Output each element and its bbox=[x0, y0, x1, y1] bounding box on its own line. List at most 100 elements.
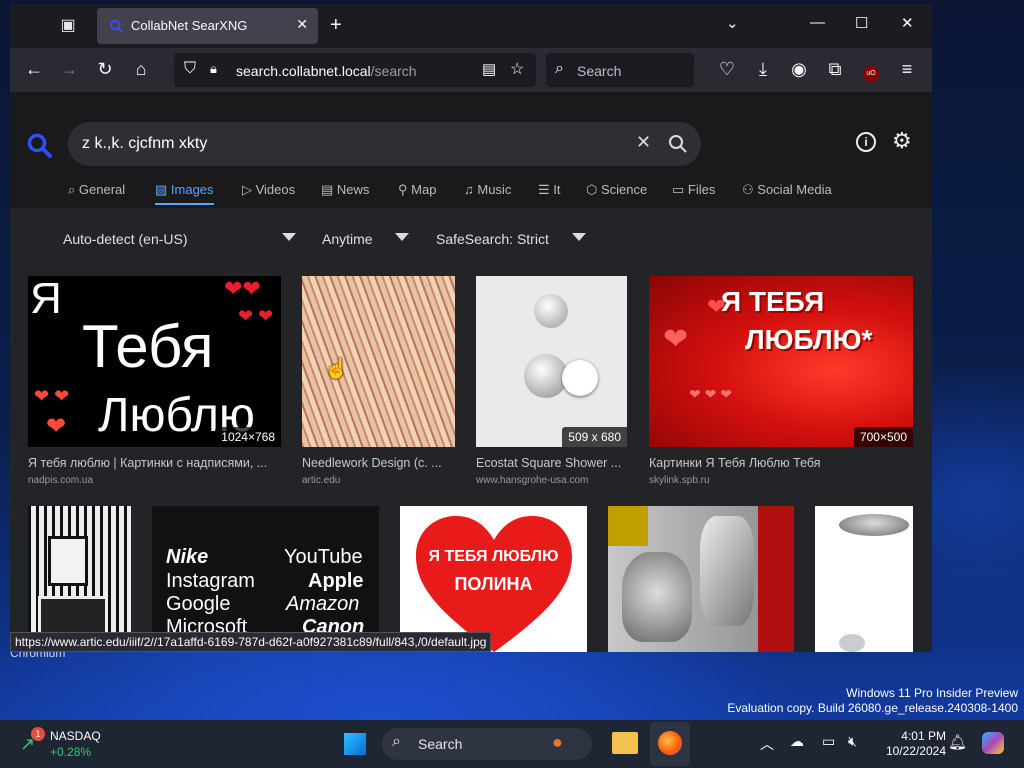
textile-block bbox=[38, 596, 108, 636]
info-icon[interactable]: i bbox=[856, 132, 876, 152]
result-title[interactable]: Я тебя люблю | Картинки с надписями, ... bbox=[28, 456, 281, 470]
image-result-6[interactable]: Nike YouTube Instagram Apple Google Amaz… bbox=[152, 506, 379, 652]
tab-general[interactable]: ⌕ General bbox=[68, 182, 125, 198]
result-title[interactable]: Ecostat Square Shower ... bbox=[476, 456, 631, 470]
cube-icon: ⬡ bbox=[586, 182, 601, 197]
tray-display-icon[interactable]: ▭ bbox=[822, 733, 835, 750]
heart-text: Я ТЕБЯ ЛЮБЛЮ bbox=[428, 548, 559, 565]
result-title[interactable]: Картинки Я Тебя Люблю Тебя bbox=[649, 456, 913, 470]
bookmark-star-icon[interactable]: ☆ bbox=[510, 59, 524, 79]
downloads-icon[interactable]: ⤓ bbox=[752, 59, 774, 80]
browser-search-box[interactable]: ⌕ Search bbox=[546, 53, 694, 87]
image-result-4[interactable]: Я ТЕБЯ ЛЮБЛЮ* ❤ ❤ ❤ ❤ ❤ 700×500 bbox=[649, 276, 913, 447]
tray-chevron-icon[interactable]: ︿ bbox=[760, 734, 774, 754]
notification-badge: 1 bbox=[31, 727, 45, 741]
search-submit-icon[interactable] bbox=[668, 134, 688, 154]
time-range-select[interactable]: Anytime bbox=[322, 231, 373, 247]
reader-view-icon[interactable]: ▤ bbox=[482, 60, 496, 78]
tab-map[interactable]: ⚲ Map bbox=[398, 182, 436, 198]
firefox-taskbar-button[interactable] bbox=[650, 722, 690, 766]
taskbar-search-label: Search bbox=[418, 736, 463, 752]
tab-videos[interactable]: ▷ Videos bbox=[242, 182, 295, 198]
heart-icon: ❤ bbox=[663, 323, 689, 356]
home-button[interactable]: ⌂ bbox=[130, 59, 152, 80]
music-icon: ♫ bbox=[464, 182, 478, 197]
back-button[interactable]: ← bbox=[23, 59, 45, 80]
firefox-icon bbox=[658, 731, 682, 755]
search-input[interactable]: z k.,k. cjcfnm xkty ✕ bbox=[68, 122, 701, 166]
image-dimensions: 1024×768 bbox=[215, 427, 281, 447]
image-result-5[interactable] bbox=[28, 506, 131, 652]
tab-list-icon[interactable]: ⌄ bbox=[726, 14, 739, 32]
lock-icon[interactable]: 🔒︎ bbox=[210, 61, 217, 77]
tab-news[interactable]: ▤ News bbox=[321, 182, 369, 198]
people-icon: ⚇ bbox=[742, 182, 758, 197]
extensions-icon[interactable]: ⧉ bbox=[824, 59, 846, 80]
pocket-icon[interactable]: ♡ bbox=[716, 59, 738, 80]
ublock-icon[interactable]: uO bbox=[860, 59, 882, 82]
stock-name[interactable]: NASDAQ bbox=[50, 729, 101, 743]
tab-music[interactable]: ♫ Music bbox=[464, 182, 511, 197]
clear-search-icon[interactable]: ✕ bbox=[636, 132, 651, 153]
maximize-button[interactable]: ☐ bbox=[855, 14, 868, 32]
minimize-button[interactable]: — bbox=[810, 14, 825, 31]
image-result-1[interactable]: Я Тебя Люблю ❤❤ ❤ ❤ ❤ ❤ ❤ 1024×768 bbox=[28, 276, 281, 447]
tab-searxng[interactable]: CollabNet SearXNG ✕ bbox=[97, 8, 318, 44]
brand-text: Apple bbox=[308, 570, 364, 592]
url-text: search.collabnet.local/search bbox=[236, 63, 417, 79]
new-tab-button[interactable]: + bbox=[330, 14, 342, 37]
notification-bell-icon[interactable]: 🔔︎ bbox=[948, 733, 967, 751]
tab-images[interactable]: ▨ Images bbox=[155, 182, 214, 205]
image-result-2[interactable]: ☝ bbox=[302, 276, 455, 447]
searxng-favicon-icon bbox=[109, 19, 123, 33]
browser-window: ▣ CollabNet SearXNG ✕ + ⌄ — ☐ ✕ ← → ↻ ⌂ … bbox=[10, 4, 932, 652]
address-bar[interactable]: ⛉ 🔒︎ search.collabnet.local/search ▤ ☆ bbox=[174, 53, 536, 87]
tab-overview-icon[interactable]: ▣ bbox=[58, 16, 78, 36]
image-result-7[interactable]: Я ТЕБЯ ЛЮБЛЮ ПОЛИНА bbox=[400, 506, 587, 652]
file-explorer-icon[interactable] bbox=[612, 732, 638, 754]
account-icon[interactable]: ◉ bbox=[788, 59, 810, 80]
safesearch-dropdown-icon[interactable] bbox=[572, 233, 586, 241]
thumb-text: ЛЮБЛЮ* bbox=[745, 324, 873, 355]
searxng-logo-icon[interactable] bbox=[26, 132, 54, 160]
tab-bar: ▣ CollabNet SearXNG ✕ + ⌄ — ☐ ✕ bbox=[10, 4, 932, 48]
tray-volume-icon[interactable]: 🔇︎ bbox=[848, 733, 857, 750]
taskbar-search[interactable]: ⌕ Search ● bbox=[382, 728, 592, 760]
menu-icon[interactable]: ≡ bbox=[896, 59, 918, 80]
stock-change: +0.28% bbox=[50, 745, 92, 759]
watermark-line-2: Evaluation copy. Build 26080.ge_release.… bbox=[727, 701, 1018, 715]
folder-icon: ▭ bbox=[672, 182, 688, 197]
tab-files[interactable]: ▭ Files bbox=[672, 182, 715, 198]
thumb-text: Я ТЕБЯ bbox=[721, 286, 825, 317]
brand-text: Google bbox=[166, 593, 231, 615]
heart-icon: ❤ ❤ ❤ bbox=[689, 386, 732, 402]
system-clock[interactable]: 4:01 PM 10/22/2024 bbox=[886, 729, 946, 759]
copilot-icon[interactable] bbox=[982, 732, 1004, 754]
result-source: artic.edu bbox=[302, 475, 341, 486]
settings-gear-icon[interactable]: ⚙ bbox=[892, 128, 912, 154]
image-result-9[interactable] bbox=[815, 506, 913, 652]
heart-icon: ❤❤ bbox=[224, 276, 261, 301]
clock-date: 10/22/2024 bbox=[885, 744, 946, 758]
tray-network-icon[interactable]: ☁ bbox=[790, 733, 804, 750]
tab-it[interactable]: ☰ It bbox=[538, 182, 561, 198]
language-select[interactable]: Auto-detect (en-US) bbox=[63, 231, 188, 247]
image-result-3[interactable]: 509 x 680 bbox=[476, 276, 627, 447]
close-window-button[interactable]: ✕ bbox=[901, 14, 914, 32]
brand-text: Nike bbox=[166, 546, 209, 568]
tab-social-media[interactable]: ⚇ Social Media bbox=[742, 182, 832, 198]
windows-start-icon[interactable] bbox=[344, 733, 366, 755]
forward-button[interactable]: → bbox=[58, 59, 80, 80]
image-result-8[interactable] bbox=[608, 506, 794, 652]
close-tab-icon[interactable]: ✕ bbox=[296, 16, 308, 33]
result-title[interactable]: Needlework Design (с. ... bbox=[302, 456, 455, 470]
reload-button[interactable]: ↻ bbox=[94, 59, 116, 80]
search-icon: ⌕ bbox=[68, 182, 79, 197]
tracking-shield-icon[interactable]: ⛉ bbox=[184, 60, 196, 78]
time-dropdown-icon[interactable] bbox=[395, 233, 409, 241]
shower-knob bbox=[839, 634, 865, 652]
language-dropdown-icon[interactable] bbox=[282, 233, 296, 241]
tab-science[interactable]: ⬡ Science bbox=[586, 182, 647, 198]
safesearch-select[interactable]: SafeSearch: Strict bbox=[436, 231, 549, 247]
painting-block bbox=[758, 506, 794, 652]
